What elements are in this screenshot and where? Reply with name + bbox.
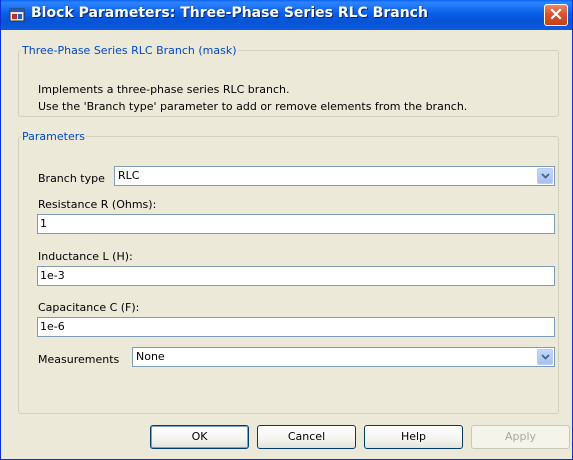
measurements-label: Measurements	[38, 353, 120, 366]
ok-button[interactable]: OK	[150, 425, 249, 449]
mask-legend: Three-Phase Series RLC Branch (mask)	[22, 44, 237, 57]
resistance-field[interactable]: 1	[37, 214, 555, 234]
chevron-down-icon[interactable]	[537, 349, 553, 365]
branch-type-value: RLC	[118, 169, 140, 182]
window-title: Block Parameters: Three-Phase Series RLC…	[31, 5, 428, 21]
mask-group: Three-Phase Series RLC Branch (mask) Imp…	[18, 44, 559, 117]
measurements-value: None	[136, 350, 165, 363]
title-bar[interactable]: Block Parameters: Three-Phase Series RLC…	[1, 0, 572, 30]
parameters-legend: Parameters	[22, 130, 85, 143]
branch-type-label: Branch type	[38, 172, 105, 185]
block-parameters-icon	[9, 7, 25, 23]
capacitance-field[interactable]: 1e-6	[37, 317, 555, 337]
mask-description-line2: Use the 'Branch type' parameter to add o…	[38, 100, 468, 113]
mask-description-line1: Implements a three-phase series RLC bran…	[38, 83, 290, 96]
block-parameters-dialog: Block Parameters: Three-Phase Series RLC…	[0, 0, 573, 460]
close-icon	[550, 7, 562, 23]
chevron-down-icon[interactable]	[537, 168, 553, 184]
inductance-field[interactable]: 1e-3	[37, 266, 555, 286]
cancel-button[interactable]: Cancel	[257, 425, 356, 449]
close-button[interactable]	[544, 4, 568, 26]
resistance-label: Resistance R (Ohms):	[38, 198, 157, 211]
branch-type-dropdown[interactable]: RLC	[114, 166, 555, 186]
inductance-label: Inductance L (H):	[38, 250, 133, 263]
apply-button[interactable]: Apply	[471, 425, 570, 449]
capacitance-label: Capacitance C (F):	[38, 301, 140, 314]
help-button[interactable]: Help	[364, 425, 463, 449]
measurements-dropdown[interactable]: None	[132, 347, 555, 367]
